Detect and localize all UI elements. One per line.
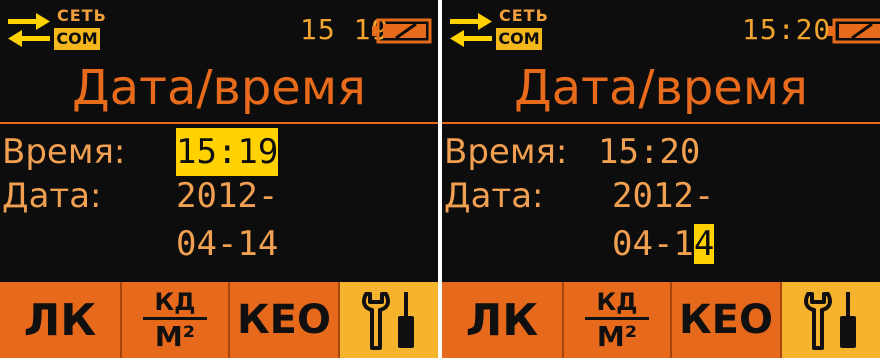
softkey-bar: ЛК КД М² КЕО [0,282,438,358]
transfer-arrows-icon [8,13,50,47]
status-bar: СЕТЬ COM 15 19 [0,0,438,58]
time-label: Время: [2,132,126,172]
wrench-screwdriver-icon [804,292,856,350]
time-field[interactable]: 15:20 [598,128,700,176]
kd-per-m2-fraction: КД М² [143,290,207,351]
connection-indicator: СЕТЬ COM [54,6,106,50]
softkey-kd-per-m2[interactable]: КД М² [122,282,230,358]
battery-icon [828,18,880,44]
softkey-kd-per-m2[interactable]: КД М² [564,282,672,358]
connection-indicator: СЕТЬ COM [496,6,548,50]
time-field[interactable]: 15:19 [176,128,279,176]
wrench-screwdriver-icon [362,292,414,350]
date-field[interactable]: 2012-04-14 [612,172,715,268]
kd-per-m2-fraction: КД М² [585,290,649,351]
kd-denominator: М² [154,319,196,353]
softkey-settings[interactable] [782,282,880,358]
kd-numerator: КД [154,287,196,316]
kd-denominator: М² [596,319,638,353]
softkey-lk-label: ЛК [465,294,539,346]
softkey-keo[interactable]: КЕО [230,282,340,358]
status-bar: СЕТЬ COM 15:20 [442,0,880,58]
network-label: СЕТЬ [57,6,107,25]
battery-icon [372,18,432,44]
kd-numerator: КД [596,287,638,316]
page-title: Дата/время [72,60,366,116]
date-edit-cursor: 4 [693,224,715,264]
time-label: Время: [444,132,568,172]
status-clock: 15:20 [742,13,832,46]
date-field[interactable]: 2012-04-14 [176,172,278,268]
softkey-keo-label: КЕО [678,297,774,343]
device-screen-left: СЕТЬ COM 15 19 Дата/время Время: 15:19 Д… [0,0,438,358]
softkey-bar: ЛК КД М² КЕО [442,282,880,358]
softkey-keo-label: КЕО [236,297,332,343]
page-title: Дата/время [514,60,808,116]
com-port-label: COM [54,28,100,50]
date-label: Дата: [2,176,102,216]
softkey-lk[interactable]: ЛК [0,282,122,358]
softkey-lk[interactable]: ЛК [442,282,564,358]
network-label: СЕТЬ [499,6,549,25]
softkey-lk-label: ЛК [23,294,97,346]
device-screen-right: СЕТЬ COM 15:20 Дата/время Время: 15:20 Д… [442,0,880,358]
softkey-keo[interactable]: КЕО [672,282,782,358]
com-port-label: COM [496,28,542,50]
softkey-settings[interactable] [340,282,438,358]
title-divider [442,122,880,124]
transfer-arrows-icon [450,13,492,47]
date-label: Дата: [444,176,544,216]
title-divider [0,122,438,124]
